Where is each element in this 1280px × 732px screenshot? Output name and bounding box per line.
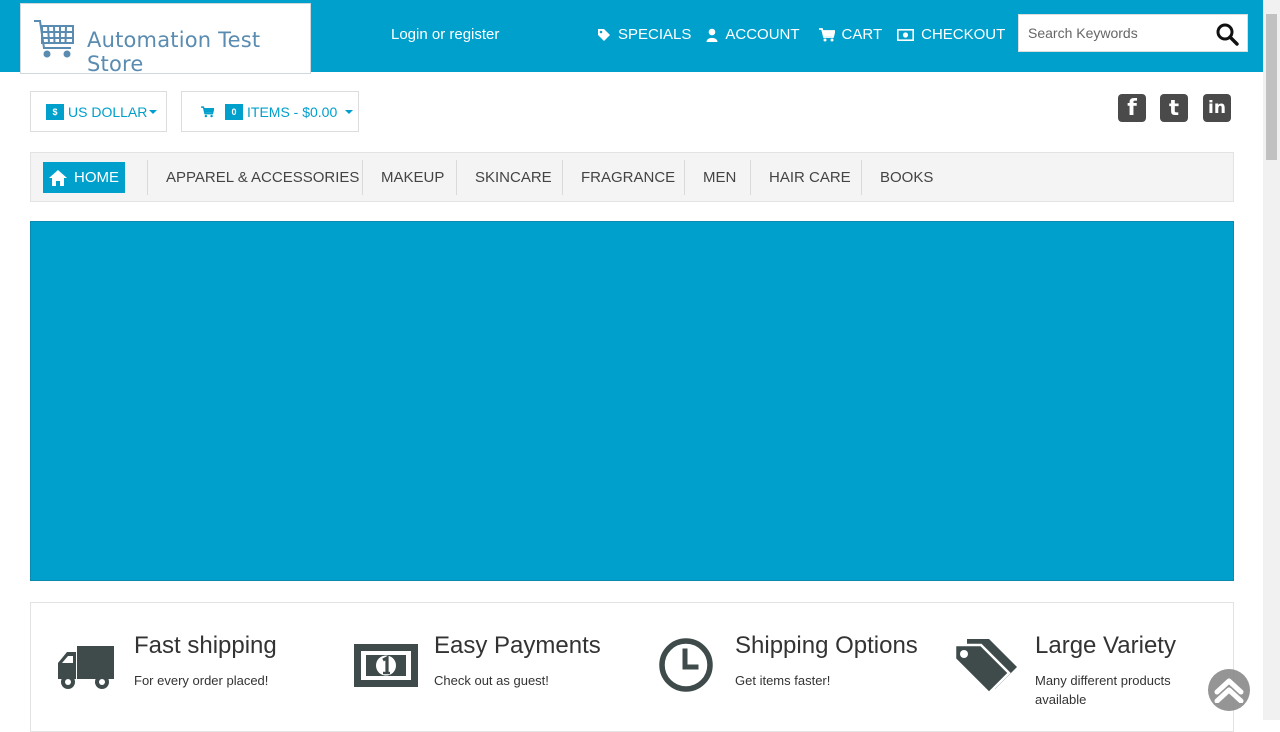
login-register-link[interactable]: Login or register	[391, 26, 499, 43]
feature-shipping-options: Shipping Options Get items faster!	[631, 603, 931, 721]
nav-specials-label: SPECIALS	[618, 26, 692, 43]
linkedin-letter: in	[1208, 98, 1226, 118]
feature-title: Shipping Options	[735, 632, 918, 659]
category-apparel-label: APPAREL & ACCESSORIES	[166, 169, 360, 186]
category-hair-care-label: HAIR CARE	[769, 169, 851, 186]
currency-label: US DOLLAR	[68, 103, 148, 120]
feature-fast-shipping: Fast shipping For every order placed!	[31, 603, 331, 721]
cart-icon	[818, 27, 835, 41]
category-makeup-label: MAKEUP	[381, 169, 445, 186]
money-icon	[897, 28, 915, 41]
tags-icon	[953, 639, 1017, 693]
twitter-letter: t	[1168, 96, 1180, 120]
hero-banner[interactable]	[30, 221, 1234, 581]
scrollbar-thumb[interactable]	[1266, 14, 1277, 160]
feature-title: Easy Payments	[434, 632, 601, 659]
feature-title: Fast shipping	[134, 632, 277, 659]
category-men-label: MEN	[703, 169, 737, 186]
nav-checkout-label: CHECKOUT	[921, 26, 1006, 43]
feature-subtitle: Many different products available	[1035, 673, 1171, 707]
category-skincare[interactable]: SKINCARE	[456, 160, 562, 195]
chevron-up-icon	[1214, 678, 1244, 703]
category-home[interactable]: HOME	[43, 162, 125, 193]
feature-subtitle: For every order placed!	[134, 673, 269, 688]
cart-dropdown[interactable]: 0 ITEMS - $0.00	[181, 91, 359, 132]
category-makeup[interactable]: MAKEUP	[362, 160, 456, 195]
facebook-icon[interactable]: f	[1118, 94, 1146, 122]
twitter-icon[interactable]: t	[1160, 94, 1188, 122]
feature-easy-payments: Easy Payments Check out as guest!	[331, 603, 631, 721]
feature-large-variety: Large Variety Many different products av…	[931, 603, 1231, 721]
search-box	[1018, 14, 1248, 52]
category-skincare-label: SKINCARE	[475, 169, 552, 186]
category-fragrance[interactable]: FRAGRANCE	[562, 160, 684, 195]
truck-icon	[58, 646, 114, 689]
top-header: Automation Test Store Login or register …	[0, 0, 1263, 76]
feature-subtitle: Get items faster!	[735, 673, 831, 688]
category-men[interactable]: MEN	[684, 160, 750, 195]
nav-cart-label: CART	[841, 26, 883, 43]
category-nav: HOME APPAREL & ACCESSORIES MAKEUP SKINCA…	[30, 152, 1234, 202]
top-nav: SPECIALS ACCOUNT CART CHECKOUT	[597, 26, 1020, 43]
clock-icon	[659, 638, 713, 692]
store-logo[interactable]: Automation Test Store	[20, 3, 311, 76]
search-icon[interactable]	[1215, 22, 1239, 46]
banknote-icon	[354, 644, 418, 687]
nav-checkout[interactable]: CHECKOUT	[897, 26, 1005, 43]
page-scrollbar[interactable]	[1263, 0, 1280, 720]
scroll-to-top-button[interactable]	[1208, 669, 1250, 711]
nav-cart[interactable]: CART	[818, 26, 883, 43]
nav-account-label: ACCOUNT	[725, 26, 800, 43]
cart-icon	[201, 105, 214, 117]
chevron-down-icon	[345, 109, 354, 114]
category-books[interactable]: BOOKS	[861, 160, 951, 195]
nav-specials[interactable]: SPECIALS	[597, 26, 691, 43]
category-hair-care[interactable]: HAIR CARE	[750, 160, 861, 195]
search-input[interactable]	[1019, 15, 1209, 51]
currency-dropdown[interactable]: $ US DOLLAR	[30, 91, 167, 132]
chevron-down-icon	[149, 109, 158, 114]
nav-account[interactable]: ACCOUNT	[706, 26, 800, 43]
feature-title: Large Variety	[1035, 632, 1176, 659]
category-fragrance-label: FRAGRANCE	[581, 169, 676, 186]
logo-cart-icon	[34, 20, 74, 58]
user-icon	[706, 28, 718, 42]
feature-subtitle: Check out as guest!	[434, 673, 549, 688]
tag-icon	[598, 28, 610, 41]
cart-count-badge: 0	[225, 103, 243, 120]
facebook-letter: f	[1127, 95, 1137, 121]
currency-symbol-badge: $	[46, 103, 64, 120]
cart-summary-label: ITEMS - $0.00	[247, 103, 338, 120]
category-home-label: HOME	[74, 169, 119, 186]
home-icon	[49, 169, 67, 186]
logo-text: Automation Test Store	[87, 28, 261, 76]
features-panel: Fast shipping For every order placed! Ea…	[30, 602, 1234, 732]
linkedin-icon[interactable]: in	[1203, 94, 1231, 122]
category-apparel[interactable]: APPAREL & ACCESSORIES	[147, 160, 362, 195]
category-books-label: BOOKS	[880, 169, 934, 186]
